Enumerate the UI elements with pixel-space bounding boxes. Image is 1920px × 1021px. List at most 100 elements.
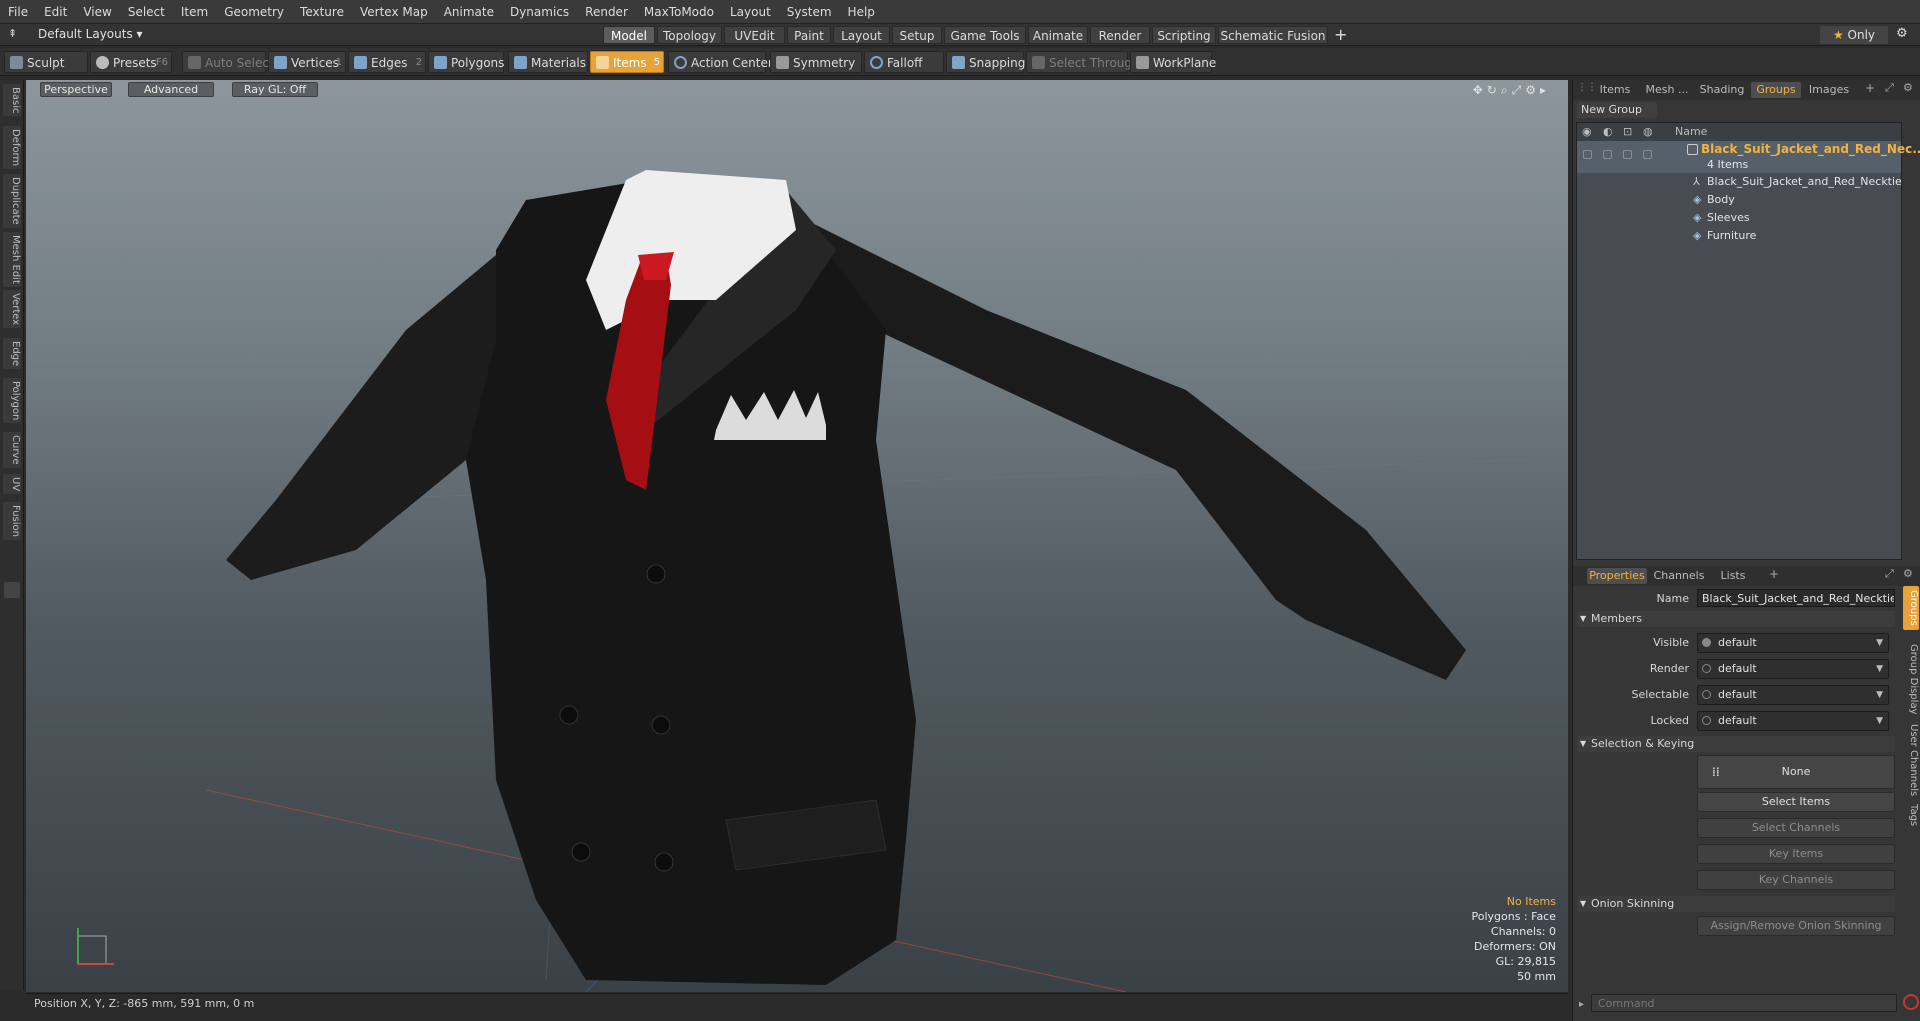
only-button[interactable]: ★ Only: [1820, 26, 1888, 44]
expand-arrow-icon[interactable]: ▸: [1540, 83, 1550, 97]
tab-shading[interactable]: Shading: [1695, 82, 1749, 98]
symmetry-button[interactable]: Symmetry: [770, 51, 862, 73]
group-visible-toggle[interactable]: [1583, 150, 1592, 159]
menu-maxtomodo[interactable]: MaxToModo: [636, 5, 722, 19]
tab-properties[interactable]: Properties: [1587, 568, 1647, 584]
group-row[interactable]: Black_Suit_Jacket_and_Red_Nec... 4 Items: [1577, 141, 1920, 173]
name-field[interactable]: [1697, 589, 1895, 607]
tab-mesh-edit[interactable]: Mesh Edit: [3, 232, 21, 287]
menu-select[interactable]: Select: [120, 5, 173, 19]
group-render-toggle[interactable]: [1603, 150, 1612, 159]
menu-system[interactable]: System: [779, 5, 840, 19]
visible-dropdown[interactable]: default ▼: [1697, 633, 1889, 653]
side-tab-user-channels[interactable]: User Channels: [1903, 720, 1919, 800]
menu-layout[interactable]: Layout: [722, 5, 779, 19]
gear-icon[interactable]: ⚙: [1896, 26, 1908, 41]
onion-skinning-section[interactable]: ▼ Onion Skinning: [1577, 896, 1895, 912]
locked-dropdown[interactable]: default ▼: [1697, 711, 1889, 731]
select-through-button[interactable]: Select Through: [1026, 51, 1140, 73]
tab-scripting[interactable]: Scripting: [1152, 26, 1216, 44]
materials-button[interactable]: Materials: [508, 51, 588, 73]
menu-edit[interactable]: Edit: [36, 5, 75, 19]
tab-setup[interactable]: Setup: [892, 26, 942, 44]
tab-images[interactable]: Images: [1803, 82, 1855, 98]
tab-paint[interactable]: Paint: [787, 26, 831, 44]
tab-model[interactable]: Model: [603, 26, 655, 44]
new-group-button[interactable]: New Group: [1577, 102, 1657, 118]
none-button[interactable]: ⁞⁞ None: [1697, 755, 1895, 789]
tree-item[interactable]: ⅄ Black_Suit_Jacket_and_Red_Necktie: [1577, 173, 1902, 191]
selectable-dropdown[interactable]: default ▼: [1697, 685, 1889, 705]
add-tab-icon[interactable]: +: [1865, 81, 1875, 95]
selection-keying-section[interactable]: ▼ Selection & Keying: [1577, 736, 1895, 752]
tree-item[interactable]: ◈ Body: [1577, 191, 1901, 209]
side-tab-group-display[interactable]: Group Display: [1903, 640, 1919, 718]
render-toggle-icon[interactable]: ◐: [1603, 123, 1613, 141]
side-tab-tags[interactable]: Tags: [1903, 800, 1919, 830]
menu-view[interactable]: View: [75, 5, 119, 19]
menu-geometry[interactable]: Geometry: [216, 5, 292, 19]
menu-dynamics[interactable]: Dynamics: [502, 5, 577, 19]
action-center-button[interactable]: Action Center: [668, 51, 773, 73]
menu-vertex-map[interactable]: Vertex Map: [352, 5, 436, 19]
tab-lists[interactable]: Lists: [1711, 568, 1755, 584]
key-channels-button[interactable]: Key Channels: [1697, 870, 1895, 890]
3d-viewport[interactable]: Perspective Advanced Ray GL: Off ✥↻⌕⤢⚙▸ …: [26, 80, 1568, 992]
menu-item[interactable]: Item: [173, 5, 216, 19]
tab-layout[interactable]: Layout: [833, 26, 890, 44]
select-channels-button[interactable]: Select Channels: [1697, 818, 1895, 838]
assign-onion-skinning-button[interactable]: Assign/Remove Onion Skinning: [1697, 916, 1895, 936]
falloff-button[interactable]: Falloff: [864, 51, 944, 73]
edges-button[interactable]: Edges 2: [348, 51, 426, 73]
shading-dropdown[interactable]: Advanced: [128, 82, 214, 97]
tab-deform[interactable]: Deform: [3, 126, 21, 170]
zoom-icon[interactable]: ⌕: [1501, 83, 1512, 97]
tab-vertex[interactable]: Vertex: [3, 290, 21, 329]
sculpt-button[interactable]: Sculpt: [4, 51, 88, 73]
select-toggle-icon[interactable]: ◍: [1643, 123, 1653, 141]
menu-help[interactable]: Help: [840, 5, 883, 19]
menu-render[interactable]: Render: [577, 5, 636, 19]
tab-duplicate[interactable]: Duplicate: [3, 174, 21, 228]
menu-texture[interactable]: Texture: [292, 5, 352, 19]
tab-curve[interactable]: Curve: [3, 432, 21, 468]
tab-basic[interactable]: Basic: [3, 84, 21, 117]
tab-polygon[interactable]: Polygon: [3, 378, 21, 424]
side-tab-groups[interactable]: Groups: [1903, 586, 1919, 630]
snapping-button[interactable]: Snapping: [946, 51, 1025, 73]
raygl-toggle[interactable]: Ray GL: Off: [232, 82, 318, 97]
tab-items[interactable]: Items: [1591, 82, 1639, 98]
select-items-button[interactable]: Select Items: [1697, 792, 1895, 812]
perspective-dropdown[interactable]: Perspective: [40, 82, 112, 97]
rotate-icon[interactable]: ↻: [1487, 83, 1501, 97]
key-items-button[interactable]: Key Items: [1697, 844, 1895, 864]
presets-button[interactable]: Presets F6: [90, 51, 172, 73]
maximize-icon[interactable]: ⤢: [1885, 81, 1894, 95]
members-section[interactable]: ▼ Members: [1577, 611, 1895, 627]
menu-animate[interactable]: Animate: [436, 5, 502, 19]
command-input[interactable]: [1591, 994, 1897, 1012]
tool-pin-button[interactable]: [4, 582, 20, 598]
eye-icon[interactable]: ◉: [1582, 123, 1592, 141]
tab-uvedit[interactable]: UVEdit: [724, 26, 785, 44]
tab-render[interactable]: Render: [1090, 26, 1150, 44]
props-maximize-icon[interactable]: ⤢: [1885, 567, 1894, 581]
workplane-button[interactable]: WorkPlane: [1130, 51, 1216, 73]
menu-file[interactable]: File: [0, 5, 36, 19]
add-props-tab-icon[interactable]: +: [1769, 567, 1779, 581]
group-lock-toggle[interactable]: [1623, 150, 1632, 159]
record-icon[interactable]: [1903, 994, 1919, 1010]
tab-topology[interactable]: Topology: [657, 26, 722, 44]
tab-mesh[interactable]: Mesh ...: [1641, 82, 1693, 98]
layout-up-icon[interactable]: ⇞: [8, 27, 17, 40]
props-gear-icon[interactable]: ⚙: [1903, 567, 1913, 580]
tab-uv[interactable]: UV: [3, 474, 21, 495]
auto-select-button[interactable]: Auto Select: [182, 51, 274, 73]
tab-game-tools[interactable]: Game Tools: [944, 26, 1026, 44]
render-dropdown[interactable]: default ▼: [1697, 659, 1889, 679]
panel-gear-icon[interactable]: ⚙: [1903, 81, 1913, 94]
tab-groups[interactable]: Groups: [1751, 82, 1801, 98]
tab-animate[interactable]: Animate: [1028, 26, 1088, 44]
lock-icon[interactable]: ⊡: [1623, 123, 1632, 141]
viewport-gear-icon[interactable]: ⚙: [1525, 83, 1540, 97]
